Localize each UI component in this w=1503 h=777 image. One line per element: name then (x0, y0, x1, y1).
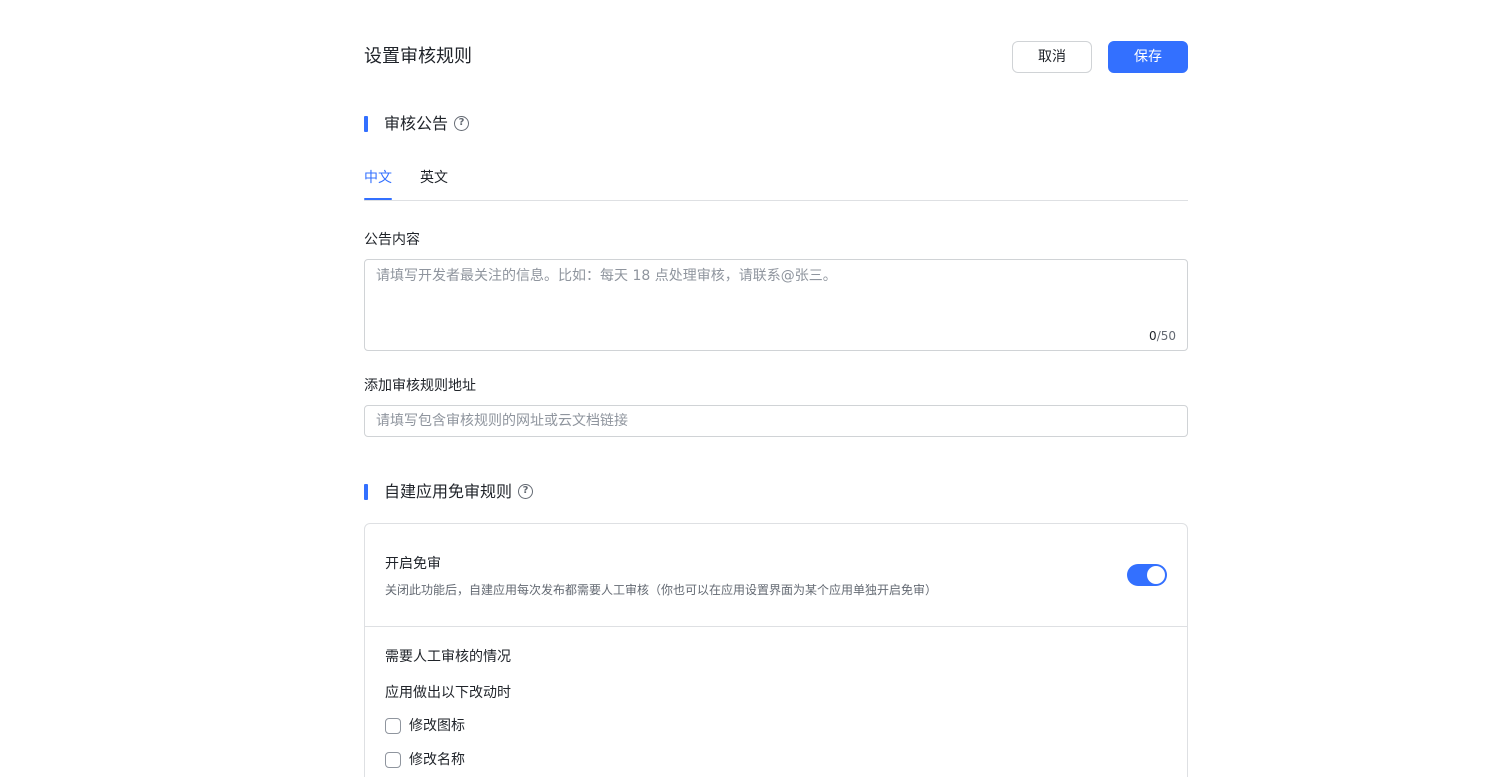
url-label: 添加审核规则地址 (364, 378, 476, 394)
content-label: 公告内容 (364, 232, 420, 248)
question-circle-icon[interactable]: ? (518, 484, 533, 499)
exemption-toggle-switch[interactable] (1127, 564, 1167, 586)
char-counter-current: 0 (1149, 329, 1157, 343)
changes-title: 应用做出以下改动时 (385, 685, 511, 701)
tab-chinese[interactable]: 中文 (364, 168, 392, 188)
exemption-card: 开启免审 关闭此功能后，自建应用每次发布都需要人工审核（你也可以在应用设置界面为… (364, 523, 1188, 777)
page-header: 设置审核规则 取消 保存 (364, 41, 1188, 73)
section-title-text: 审核公告 (384, 114, 449, 133)
option-label: 修改图标 (409, 718, 465, 734)
option-change-icon[interactable]: 修改图标 (385, 716, 485, 736)
cancel-button[interactable]: 取消 (1012, 41, 1092, 73)
rules-url-input[interactable] (365, 406, 1187, 436)
toggle-title: 开启免审 (385, 556, 441, 572)
language-tabs: 中文 英文 (364, 168, 1188, 201)
toggle-description: 关闭此功能后，自建应用每次发布都需要人工审核（你也可以在应用设置界面为某个应用单… (385, 583, 938, 597)
section-title-announcement: 审核公告 ? (364, 114, 484, 133)
switch-knob (1147, 566, 1165, 584)
section-title-exemption: 自建应用免审规则 ? (364, 482, 544, 501)
char-counter: 0/50 (1149, 328, 1176, 344)
section-title-text: 自建应用免审规则 (384, 482, 513, 501)
announcement-content-field: 0/50 (364, 259, 1188, 351)
checkbox[interactable] (385, 718, 401, 734)
manual-review-title: 需要人工审核的情况 (385, 649, 511, 665)
tab-english[interactable]: 英文 (420, 168, 448, 188)
char-counter-max: /50 (1156, 329, 1176, 343)
settings-page: 设置审核规则 取消 保存 审核公告 ? 中文 英文 公告内容 0/50 添加审核… (0, 0, 1503, 777)
option-change-name[interactable]: 修改名称 (385, 750, 485, 770)
rules-url-field (364, 405, 1188, 437)
checkbox[interactable] (385, 752, 401, 768)
active-tab-indicator (364, 198, 392, 200)
section-accent-bar (364, 116, 368, 132)
section-accent-bar (364, 484, 368, 500)
exemption-toggle-row: 开启免审 关闭此功能后，自建应用每次发布都需要人工审核（你也可以在应用设置界面为… (365, 524, 1187, 627)
option-label: 修改名称 (409, 752, 465, 768)
save-button[interactable]: 保存 (1108, 41, 1188, 73)
page-title: 设置审核规则 (364, 46, 472, 67)
question-circle-icon[interactable]: ? (454, 116, 469, 131)
announcement-textarea[interactable] (365, 260, 1187, 350)
